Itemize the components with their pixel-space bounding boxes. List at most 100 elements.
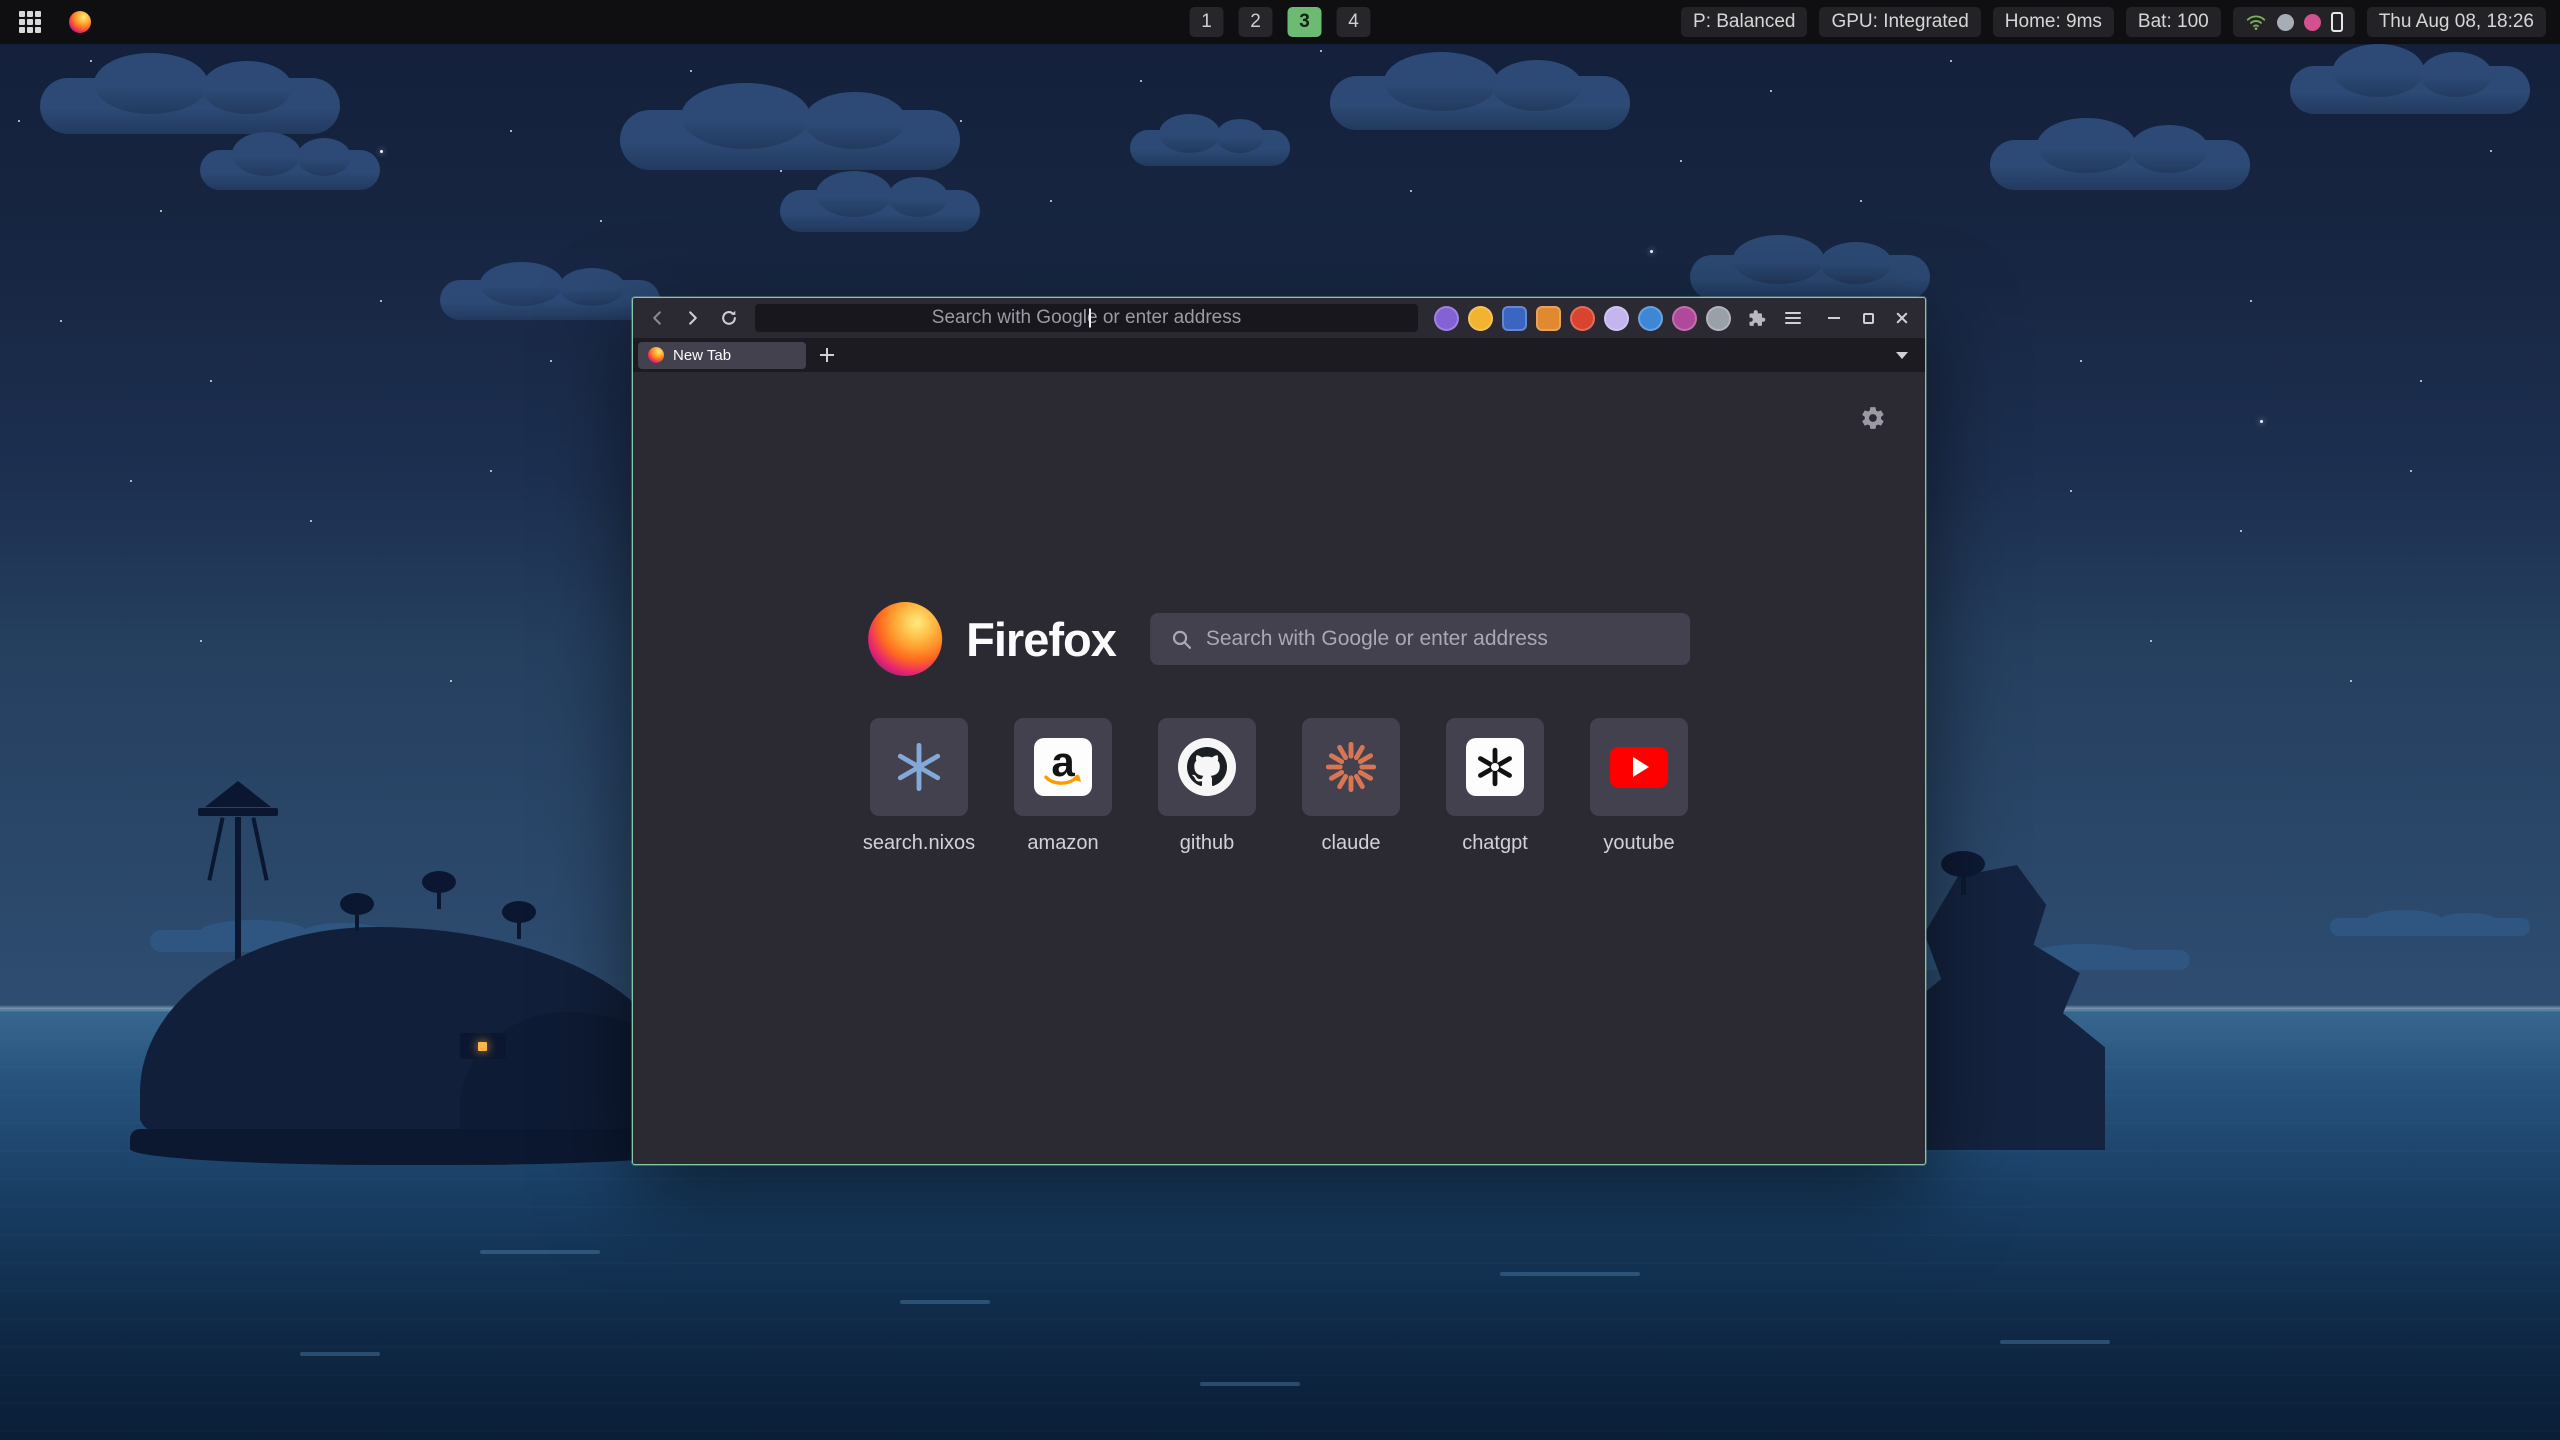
shortcut-claude: claude <box>1302 718 1400 855</box>
indicator-icon[interactable] <box>2304 14 2321 31</box>
new-tab-page: Firefox <box>633 372 1925 1164</box>
ping-status: Home: 9ms <box>1993 7 2114 37</box>
reload-icon <box>720 309 738 327</box>
wallpaper-cloud <box>1690 255 1930 299</box>
addon-purple-icon[interactable] <box>1434 306 1459 331</box>
addon-yellow-icon[interactable] <box>1468 306 1493 331</box>
reload-button[interactable] <box>713 303 745 333</box>
wallpaper-island-left <box>130 755 710 1165</box>
amazon-icon: a <box>1034 738 1092 796</box>
hamburger-icon <box>1785 309 1801 327</box>
cliff-silhouette <box>1895 865 2105 1150</box>
puzzle-icon <box>1747 308 1767 328</box>
newtab-settings-button[interactable] <box>1857 402 1889 434</box>
forward-chevron-icon <box>684 309 702 327</box>
menu-button[interactable] <box>1777 303 1809 333</box>
shortcut-claude-card[interactable] <box>1302 718 1400 816</box>
workspace-2-button[interactable]: 2 <box>1239 7 1273 37</box>
shortcut-search-nixos: search.nixos <box>870 718 968 855</box>
tab-new-tab[interactable]: New Tab <box>638 342 806 369</box>
shortcut-chatgpt: chatgpt <box>1446 718 1544 855</box>
grid-icon <box>19 11 41 33</box>
extensions-button[interactable] <box>1741 303 1773 333</box>
device-battery-icon[interactable] <box>2331 12 2343 32</box>
firefox-logo-icon <box>69 11 91 33</box>
addon-grey-icon[interactable] <box>1706 306 1731 331</box>
wave-highlight <box>1500 1272 1640 1276</box>
palm-tree-silhouette <box>422 871 456 911</box>
wallpaper-cloud <box>440 280 660 320</box>
shortcut-github: github <box>1158 718 1256 855</box>
wave-highlight <box>300 1352 380 1356</box>
search-icon <box>1170 628 1192 650</box>
topbar: 1 2 3 4 P: Balanced GPU: Integrated Home… <box>0 0 2560 44</box>
star-icon <box>380 150 383 153</box>
star-icon <box>2260 420 2263 423</box>
urlbar[interactable] <box>755 304 1418 332</box>
addon-magenta-icon[interactable] <box>1672 306 1697 331</box>
workspace-4-button[interactable]: 4 <box>1337 7 1371 37</box>
firefox-wordmark: Firefox <box>966 612 1116 667</box>
app-launcher-icon[interactable] <box>14 6 46 38</box>
nixos-snowflake-icon <box>892 740 946 794</box>
shortcut-label: amazon <box>1027 832 1098 855</box>
tab-bar: New Tab <box>633 338 1925 372</box>
text-caret <box>1089 309 1091 328</box>
workspace-1-button[interactable]: 1 <box>1190 7 1224 37</box>
addon-lavender-icon[interactable] <box>1604 306 1629 331</box>
newtab-search[interactable] <box>1150 613 1690 665</box>
shortcut-youtube-card[interactable] <box>1590 718 1688 816</box>
palm-tree-silhouette <box>340 893 374 933</box>
newtab-search-input[interactable] <box>1206 627 1670 651</box>
tab-title: New Tab <box>673 347 731 364</box>
firefox-favicon-icon <box>648 347 664 363</box>
wallpaper-cloud <box>1130 130 1290 166</box>
wallpaper-cloud <box>200 150 380 190</box>
firefox-dock-icon[interactable] <box>64 6 96 38</box>
shortcut-github-card[interactable] <box>1158 718 1256 816</box>
wallpaper-cloud <box>1330 76 1630 130</box>
hut-with-lit-window <box>460 1033 506 1059</box>
wallpaper-cloud <box>1990 140 2250 190</box>
maximize-button[interactable] <box>1853 303 1883 333</box>
forward-button[interactable] <box>677 303 709 333</box>
amazon-smile-icon <box>1044 774 1082 788</box>
addon-skyblue-icon[interactable] <box>1638 306 1663 331</box>
workspace-3-button[interactable]: 3 <box>1288 7 1322 37</box>
navigation-toolbar <box>633 298 1925 338</box>
wifi-icon[interactable] <box>2245 11 2267 33</box>
minimize-button[interactable] <box>1819 303 1849 333</box>
plus-icon <box>820 348 834 362</box>
maximize-icon <box>1863 313 1874 324</box>
wave-highlight <box>480 1250 600 1254</box>
new-tab-button[interactable] <box>814 342 840 368</box>
back-button[interactable] <box>641 303 673 333</box>
github-octocat-icon <box>1178 738 1236 796</box>
close-button[interactable] <box>1887 303 1917 333</box>
addon-orange-icon[interactable] <box>1536 306 1561 331</box>
shortcut-chatgpt-card[interactable] <box>1446 718 1544 816</box>
list-all-tabs-button[interactable] <box>1888 342 1916 368</box>
shortcut-youtube: youtube <box>1590 718 1688 855</box>
bluetooth-icon[interactable] <box>2277 14 2294 31</box>
star-icon <box>1650 250 1653 253</box>
urlbar-input[interactable] <box>755 304 1418 332</box>
shortcut-label: github <box>1180 832 1235 855</box>
palm-tree-silhouette <box>502 901 536 941</box>
wallpaper-cloud-low <box>2330 918 2530 936</box>
wave-highlight <box>900 1300 990 1304</box>
shortcut-label: claude <box>1322 832 1381 855</box>
wave-highlight <box>1200 1382 1300 1386</box>
shortcut-amazon-card[interactable]: a <box>1014 718 1112 816</box>
addon-blue-icon[interactable] <box>1502 306 1527 331</box>
wallpaper-cloud <box>40 78 340 134</box>
shortcut-label: chatgpt <box>1462 832 1528 855</box>
shortcut-search-nixos-card[interactable] <box>870 718 968 816</box>
addon-red-icon[interactable] <box>1570 306 1595 331</box>
wallpaper-island-right <box>1895 865 2105 1150</box>
firefox-logo <box>868 602 942 676</box>
newtab-hero: Firefox <box>868 602 1690 676</box>
shortcut-amazon: a amazon <box>1014 718 1112 855</box>
youtube-play-icon <box>1610 747 1668 788</box>
shortcut-label: youtube <box>1603 832 1674 855</box>
